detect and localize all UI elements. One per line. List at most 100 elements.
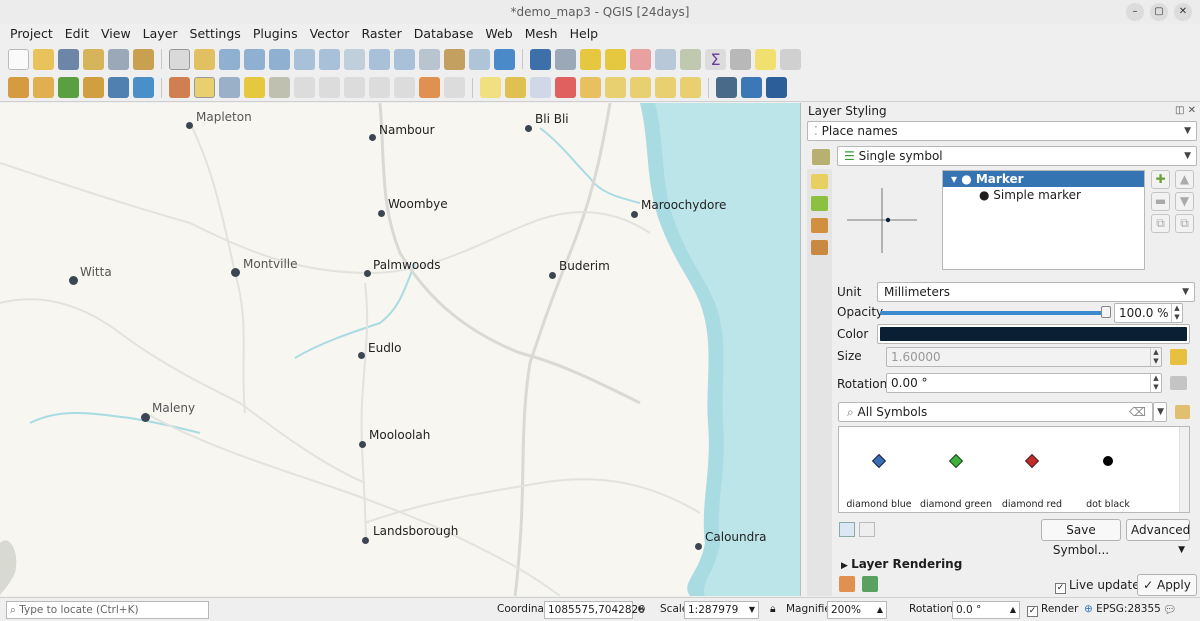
history-tab-icon[interactable]: [811, 240, 828, 255]
layout-manager-icon[interactable]: [108, 48, 129, 70]
save-symbol-button[interactable]: Save Symbol...: [1041, 519, 1121, 557]
menu-edit[interactable]: Edit: [59, 24, 95, 44]
unit-select[interactable]: Millimeters ▼: [877, 282, 1195, 302]
pan-to-selection-icon[interactable]: [194, 48, 215, 70]
new-map-view-icon[interactable]: [419, 48, 440, 70]
add-symbol-layer-button[interactable]: ✚: [1151, 170, 1170, 189]
rotation-input[interactable]: 0.00 ° ▲ ▼: [886, 373, 1162, 393]
diagrams-tab-icon[interactable]: [811, 218, 828, 233]
crs-button[interactable]: ⊕ EPSG:28355: [1084, 603, 1161, 615]
move-up-button[interactable]: ▲: [1175, 170, 1194, 189]
zoom-to-selection-icon[interactable]: [294, 48, 315, 70]
zoom-last-icon[interactable]: [369, 48, 390, 70]
label-properties-icon[interactable]: [680, 77, 701, 98]
coordinate-input[interactable]: 1085575,7042826: [544, 601, 645, 619]
lock-color-button[interactable]: ⧉: [1175, 214, 1194, 233]
duplicate-layer-button[interactable]: ⧉: [1151, 214, 1170, 233]
data-defined-size-icon[interactable]: [1170, 349, 1187, 365]
text-annotation-icon[interactable]: [780, 48, 801, 70]
symbol-search-input[interactable]: ⌕ All Symbols ⌫: [838, 402, 1153, 422]
color-button[interactable]: [877, 324, 1190, 344]
opacity-input[interactable]: 100.0 % ▲ ▼: [1114, 303, 1183, 323]
python-console-icon[interactable]: [741, 77, 762, 98]
new-project-icon[interactable]: [8, 48, 29, 70]
add-wfs-layer-icon[interactable]: [133, 77, 154, 98]
attribute-table-icon[interactable]: [655, 48, 676, 70]
lock-scale-icon[interactable]: 🔒︎: [770, 603, 776, 616]
add-feature-icon[interactable]: [244, 77, 265, 98]
icon-view-icon[interactable]: [839, 522, 855, 537]
close-button[interactable]: ✕: [1174, 3, 1192, 21]
add-raster-layer-icon[interactable]: [83, 77, 104, 98]
3d-view-tab-icon[interactable]: [811, 196, 828, 211]
remove-symbol-layer-button[interactable]: ▬: [1151, 192, 1170, 211]
copy-features-icon[interactable]: [369, 77, 390, 98]
save-edits-icon[interactable]: [219, 77, 240, 98]
advanced-button[interactable]: Advanced ▼: [1126, 519, 1190, 555]
menu-help[interactable]: Help: [564, 24, 605, 44]
move-down-button[interactable]: ▼: [1175, 192, 1194, 211]
style-manager-icon[interactable]: [1175, 405, 1190, 419]
highlight-labels-icon[interactable]: [530, 77, 551, 98]
symbol-item[interactable]: dot black: [1068, 427, 1148, 512]
menu-plugins[interactable]: Plugins: [247, 24, 304, 44]
menu-vector[interactable]: Vector: [304, 24, 356, 44]
save-project-icon[interactable]: [58, 48, 79, 70]
menu-settings[interactable]: Settings: [184, 24, 247, 44]
rotate-label-icon[interactable]: [630, 77, 651, 98]
symbol-item[interactable]: diamond green: [916, 427, 996, 512]
map-tips-icon[interactable]: [755, 48, 776, 70]
opacity-slider[interactable]: [880, 311, 1110, 315]
deselect-all-icon[interactable]: [630, 48, 651, 70]
menu-view[interactable]: View: [95, 24, 137, 44]
rotation-input[interactable]: 0.0 ° ▲: [952, 601, 1020, 619]
vertex-tool-icon[interactable]: [269, 77, 290, 98]
current-edits-icon[interactable]: [169, 77, 190, 98]
undo-style-icon[interactable]: [839, 576, 855, 592]
show-hide-labels-icon[interactable]: [580, 77, 601, 98]
menu-mesh[interactable]: Mesh: [519, 24, 564, 44]
live-update-checkbox[interactable]: ✓ Live update: [1055, 578, 1140, 594]
zoom-next-icon[interactable]: [394, 48, 415, 70]
sum-icon[interactable]: Σ: [705, 48, 726, 70]
zoom-in-icon[interactable]: [219, 48, 240, 70]
move-label-icon[interactable]: [605, 77, 626, 98]
panel-close-icon[interactable]: ◫ ✕: [1175, 105, 1196, 116]
symbol-item[interactable]: diamond red: [992, 427, 1072, 512]
zoom-native-icon[interactable]: [344, 48, 365, 70]
add-vector-layer-icon[interactable]: [58, 77, 79, 98]
identify-icon[interactable]: [530, 48, 551, 70]
zoom-to-layer-icon[interactable]: [319, 48, 340, 70]
menu-raster[interactable]: Raster: [355, 24, 407, 44]
new-layer-icon[interactable]: [33, 77, 54, 98]
locator-search-input[interactable]: ⌕ Type to locate (Ctrl+K): [6, 601, 209, 619]
toggle-editing-pencil-icon[interactable]: [194, 77, 215, 98]
select-features-icon[interactable]: [580, 48, 601, 70]
menu-layer[interactable]: Layer: [137, 24, 184, 44]
menu-project[interactable]: Project: [4, 24, 59, 44]
add-wms-layer-icon[interactable]: [108, 77, 129, 98]
refresh-icon[interactable]: [494, 48, 515, 70]
maximize-button[interactable]: ▢: [1150, 3, 1168, 21]
pin-labels-icon[interactable]: [555, 77, 576, 98]
list-view-icon[interactable]: [859, 522, 875, 537]
renderer-select[interactable]: ☰ Single symbol ▼: [837, 146, 1197, 166]
measure-icon[interactable]: [730, 48, 751, 70]
open-project-icon[interactable]: [33, 48, 54, 70]
pan-hand-icon[interactable]: [169, 48, 190, 70]
toggle-extents-icon[interactable]: ⊗: [637, 603, 646, 615]
opacity-slider-handle[interactable]: [1101, 306, 1111, 318]
change-label-icon[interactable]: [655, 77, 676, 98]
cut-features-icon[interactable]: [344, 77, 365, 98]
layer-rendering-section[interactable]: ▶ Layer Rendering: [841, 557, 962, 571]
messages-icon[interactable]: 💬︎: [1163, 603, 1176, 616]
menu-database[interactable]: Database: [408, 24, 480, 44]
apply-button[interactable]: ✓ Apply: [1137, 574, 1197, 596]
gallery-scrollbar[interactable]: [1179, 427, 1189, 512]
render-checkbox[interactable]: ✓ Render: [1027, 603, 1078, 617]
magnifier-input[interactable]: 200% ▲: [827, 601, 887, 619]
layer-select[interactable]: ⁚ Place names ▼: [807, 121, 1197, 141]
menu-web[interactable]: Web: [479, 24, 518, 44]
zoom-out-icon[interactable]: [244, 48, 265, 70]
symbol-filter-dropdown[interactable]: ▼: [1153, 402, 1167, 422]
